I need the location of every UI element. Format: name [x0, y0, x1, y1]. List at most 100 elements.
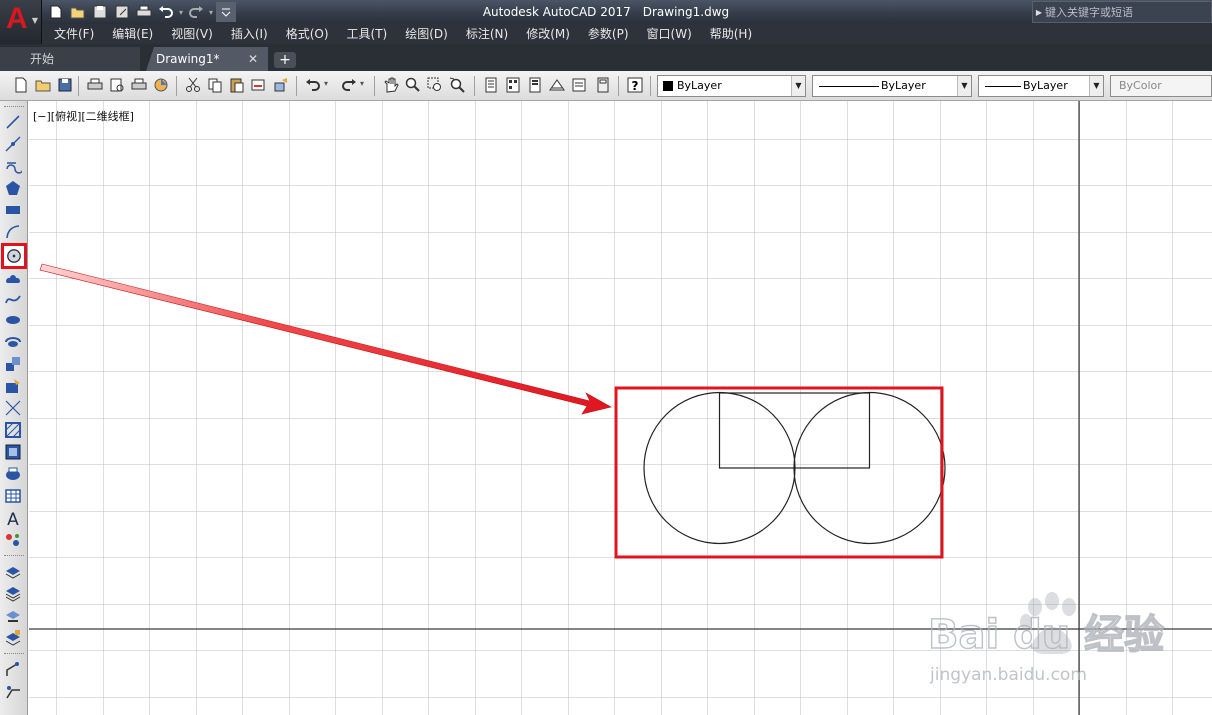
toolbar-grip[interactable]	[4, 653, 24, 656]
circle-icon[interactable]	[6, 248, 22, 264]
mtext-icon[interactable]: A	[4, 509, 22, 527]
search-expand-icon[interactable]: ▶	[1033, 8, 1045, 17]
new-file-icon[interactable]	[46, 2, 66, 22]
lineweight-control-select[interactable]: ByLayer ▼	[978, 75, 1104, 97]
menu-draw[interactable]: 绘图(D)	[399, 24, 460, 44]
zoom-window-icon[interactable]	[426, 76, 444, 94]
rectangle-icon[interactable]	[4, 201, 22, 219]
line-icon[interactable]	[4, 113, 22, 131]
menu-edit[interactable]: 编辑(E)	[106, 24, 165, 44]
add-selected-icon[interactable]	[4, 531, 22, 549]
open-folder-icon[interactable]	[68, 2, 88, 22]
menu-tools[interactable]: 工具(T)	[341, 24, 400, 44]
revision-cloud-icon[interactable]	[4, 271, 22, 289]
hatch-icon[interactable]	[4, 421, 22, 439]
make-block-icon[interactable]	[4, 377, 22, 395]
spline-icon[interactable]	[4, 291, 22, 309]
plot-icon[interactable]	[86, 76, 104, 94]
save-as-icon[interactable]	[112, 2, 132, 22]
menu-file[interactable]: 文件(F)	[48, 24, 106, 44]
markup-icon[interactable]	[570, 76, 588, 94]
paste-icon[interactable]	[228, 76, 246, 94]
redo-icon[interactable]	[340, 76, 358, 94]
lineweight-preview	[985, 86, 1021, 87]
pan-icon[interactable]	[382, 76, 400, 94]
plotstyle-control-select[interactable]: ByColor	[1110, 75, 1212, 97]
menu-help[interactable]: 帮助(H)	[704, 24, 764, 44]
save-icon[interactable]	[56, 76, 74, 94]
copy-icon[interactable]	[206, 76, 224, 94]
open-icon[interactable]	[34, 76, 52, 94]
undo-icon[interactable]	[304, 76, 322, 94]
menu-modify[interactable]: 修改(M)	[520, 24, 582, 44]
tab-drawing1[interactable]: Drawing1* ✕	[146, 47, 268, 71]
menu-format[interactable]: 格式(O)	[280, 24, 341, 44]
tab-start[interactable]: 开始	[0, 47, 140, 71]
properties-icon[interactable]	[482, 76, 500, 94]
save-icon[interactable]	[90, 2, 110, 22]
circle-tool-highlight[interactable]	[1, 243, 27, 269]
menu-parametric[interactable]: 参数(P)	[582, 24, 641, 44]
chevron-down-icon[interactable]: ▼	[791, 76, 805, 96]
sheet-set-icon[interactable]	[548, 76, 566, 94]
redo-dropdown-icon[interactable]: ▾	[208, 2, 214, 22]
layer-isolate-icon[interactable]	[4, 629, 22, 647]
layer-previous-icon[interactable]	[4, 607, 22, 625]
tool-palettes-icon[interactable]	[526, 76, 544, 94]
match-properties-icon[interactable]	[250, 76, 268, 94]
gradient-icon[interactable]	[4, 443, 22, 461]
cut-icon[interactable]	[184, 76, 202, 94]
block-editor-icon[interactable]	[272, 76, 290, 94]
qnew-icon[interactable]	[12, 76, 30, 94]
quickcalc-icon[interactable]	[594, 76, 612, 94]
customize-qat-icon[interactable]	[216, 2, 236, 22]
redo-dropdown-icon[interactable]: ▾	[360, 79, 364, 88]
zoom-realtime-icon[interactable]	[404, 76, 422, 94]
publish-icon[interactable]	[130, 76, 148, 94]
arc-icon[interactable]	[4, 223, 22, 241]
menu-dimension[interactable]: 标注(N)	[460, 24, 520, 44]
zoom-previous-icon[interactable]	[448, 76, 466, 94]
redo-icon[interactable]	[186, 2, 206, 22]
toolbar-grip[interactable]	[4, 555, 24, 558]
undo-icon[interactable]	[156, 2, 176, 22]
polygon-icon[interactable]	[4, 179, 22, 197]
polyline-icon[interactable]	[4, 157, 22, 175]
search-input[interactable]	[1045, 5, 1205, 19]
insert-block-icon[interactable]	[4, 355, 22, 373]
construction-line-icon[interactable]	[4, 135, 22, 153]
layer-icon[interactable]	[4, 563, 22, 581]
leader-icon[interactable]	[4, 683, 22, 701]
application-menu-button[interactable]: A ▼	[0, 0, 42, 44]
menu-insert[interactable]: 插入(I)	[225, 24, 280, 44]
plot-preview-icon[interactable]	[108, 76, 126, 94]
menu-bar: 文件(F) 编辑(E) 视图(V) 插入(I) 格式(O) 工具(T) 绘图(D…	[42, 24, 1212, 44]
chevron-down-icon: ▼	[31, 16, 38, 25]
ellipse-arc-icon[interactable]	[4, 333, 22, 351]
region-icon[interactable]	[4, 465, 22, 483]
linetype-control-select[interactable]: ByLayer ▼	[812, 75, 972, 97]
close-icon[interactable]: ✕	[248, 47, 258, 71]
print-icon[interactable]	[134, 2, 154, 22]
chevron-down-icon[interactable]: ▼	[957, 76, 971, 96]
ellipse-icon[interactable]	[4, 311, 22, 329]
dimension-icon[interactable]	[4, 661, 22, 679]
toolbar-grip[interactable]	[4, 106, 24, 109]
undo-dropdown-icon[interactable]: ▾	[178, 2, 184, 22]
3d-print-icon[interactable]	[152, 76, 170, 94]
plotstyle-value: ByColor	[1119, 79, 1162, 92]
search-box[interactable]: ▶	[1032, 1, 1212, 23]
undo-dropdown-icon[interactable]: ▾	[324, 79, 328, 88]
chevron-down-icon[interactable]: ▼	[1089, 76, 1103, 96]
viewport-controls[interactable]: [−][俯视][二维线框]	[33, 108, 134, 124]
color-control-select[interactable]: ByLayer ▼	[657, 75, 806, 97]
table-icon[interactable]	[4, 487, 22, 505]
design-center-icon[interactable]	[504, 76, 522, 94]
menu-view[interactable]: 视图(V)	[165, 24, 225, 44]
help-icon[interactable]: ?	[626, 76, 644, 94]
point-icon[interactable]	[4, 399, 22, 417]
new-tab-button[interactable]: +	[274, 52, 296, 68]
layer-states-icon[interactable]	[4, 585, 22, 603]
menu-window[interactable]: 窗口(W)	[641, 24, 704, 44]
svg-text:?: ?	[632, 79, 639, 93]
